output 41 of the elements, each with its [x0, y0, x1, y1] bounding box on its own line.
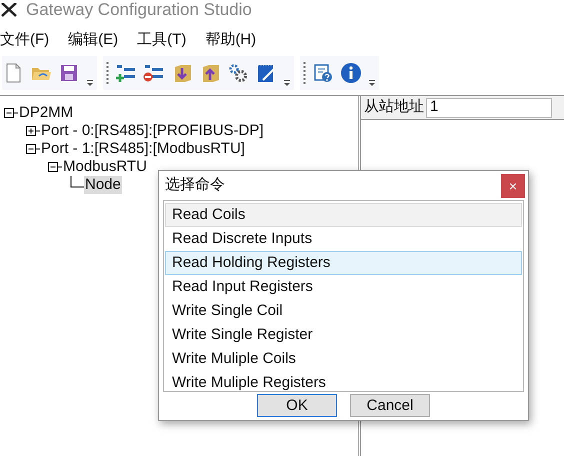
command-item[interactable]: Write Single Register — [165, 323, 522, 347]
help-document-icon[interactable] — [312, 62, 334, 84]
gears-icon[interactable] — [227, 62, 249, 84]
menu-item[interactable]: 文件(F) — [0, 28, 50, 52]
overflow-icon[interactable] — [86, 78, 94, 88]
command-item[interactable]: Read Coils — [165, 203, 522, 227]
overflow-icon[interactable] — [283, 78, 291, 88]
tree-item[interactable]: Port - 1:[RS485]:[ModbusRTU] — [40, 140, 246, 158]
window-title: Gateway Configuration Studio — [26, 0, 252, 20]
info-icon[interactable] — [340, 62, 362, 84]
address-field[interactable]: 1 — [426, 98, 552, 118]
menu-item[interactable]: 工具(T) — [137, 28, 186, 52]
collapse-icon[interactable] — [48, 161, 62, 173]
collapse-icon[interactable] — [4, 107, 18, 119]
add-item-icon[interactable] — [115, 62, 137, 84]
command-item[interactable]: Read Holding Registers — [165, 251, 522, 275]
remove-item-icon[interactable] — [143, 62, 165, 84]
command-item[interactable]: Read Discrete Inputs — [165, 227, 522, 251]
expand-icon[interactable] — [26, 125, 40, 137]
tree-item[interactable]: Node — [84, 176, 122, 194]
command-item[interactable]: Write Muliple Coils — [165, 347, 522, 371]
toolbar-grip[interactable] — [106, 60, 109, 86]
notebook-edit-icon[interactable] — [255, 62, 277, 84]
dialog-button[interactable]: Cancel — [350, 394, 430, 417]
command-item[interactable]: Read Input Registers — [165, 275, 522, 299]
tree-item[interactable]: Port - 0:[RS485]:[PROFIBUS-DP] — [40, 122, 265, 140]
dialog-title: 选择命令 — [165, 175, 225, 196]
collapse-icon[interactable] — [26, 143, 40, 155]
overflow-icon[interactable] — [368, 78, 376, 88]
command-item[interactable]: Write Muliple Registers — [165, 371, 522, 391]
command-item[interactable]: Write Single Coil — [165, 299, 522, 323]
menu-item[interactable]: 编辑(E) — [68, 28, 118, 52]
tree-item[interactable]: ModbusRTU — [62, 158, 148, 176]
tree-branch-icon — [70, 176, 84, 188]
tree-item[interactable]: DP2MM — [18, 104, 74, 122]
close-button[interactable]: × — [501, 174, 525, 198]
menu-item[interactable]: 帮助(H) — [205, 28, 256, 52]
toolbar-grip[interactable] — [303, 60, 306, 86]
dialog-button[interactable]: OK — [257, 394, 337, 417]
field-label: 从站地址 — [364, 97, 424, 118]
save-icon[interactable] — [58, 62, 80, 84]
